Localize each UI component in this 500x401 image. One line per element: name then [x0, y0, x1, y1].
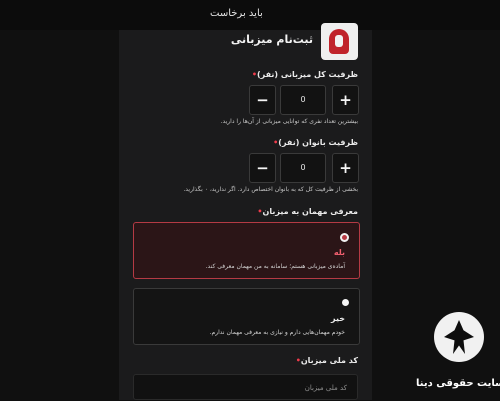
capacity-women-helper: بخشی از ظرفیت کل که به بانوان اختصاص دار…: [183, 186, 358, 193]
capacity-women-stepper: − 0 +: [249, 153, 359, 183]
watermark-text: سایت حقوقی دینا: [416, 378, 500, 389]
capacity-total-stepper: − 0 +: [249, 85, 359, 115]
capacity-total-label: ظرفیت کل میزبانی (نفر)•: [251, 70, 358, 79]
capacity-total-helper: بیشترین تعداد نفری که توانایی میزبانی از…: [220, 118, 358, 125]
guest-intro-option-no[interactable]: خیر خودم مهمان‌هایی دارم و نیازی به معرف…: [133, 288, 360, 345]
guest-intro-label: معرفی مهمان به میزبان•: [257, 207, 358, 216]
top-bar-title: باید برخاست: [210, 8, 263, 19]
fist-logo-icon: [321, 23, 358, 60]
capacity-women-value-input[interactable]: 0: [280, 153, 326, 183]
national-code-input[interactable]: کد ملی میزبان: [133, 374, 358, 400]
option-description: آماده‌ی میزبانی هستم؛ سامانه به من مهمان…: [205, 263, 345, 270]
option-description: خودم مهمان‌هایی دارم و نیازی به معرفی مه…: [209, 329, 345, 336]
capacity-women-increment-button[interactable]: +: [332, 153, 359, 183]
radio-selected-icon[interactable]: [340, 233, 349, 242]
option-title: بله: [333, 248, 345, 257]
watermark: سایت حقوقی دینا: [416, 312, 500, 400]
capacity-women-label: ظرفیت بانوان (نفر)•: [273, 138, 358, 147]
form-header: ثبت‌نام میزبانی: [128, 23, 358, 63]
national-code-label: کد ملی میزبان•: [295, 356, 358, 365]
option-title: خیر: [330, 314, 345, 323]
capacity-total-decrement-button[interactable]: −: [249, 85, 276, 115]
capacity-women-decrement-button[interactable]: −: [249, 153, 276, 183]
radio-unselected-icon[interactable]: [342, 299, 349, 306]
guest-intro-option-yes[interactable]: بله آماده‌ی میزبانی هستم؛ سامانه به من م…: [133, 222, 360, 279]
capacity-total-increment-button[interactable]: +: [332, 85, 359, 115]
watermark-logo-icon: [434, 312, 484, 362]
page-title: ثبت‌نام میزبانی: [230, 33, 313, 46]
registration-panel: ثبت‌نام میزبانی ظرفیت کل میزبانی (نفر)• …: [119, 23, 372, 400]
capacity-total-value-input[interactable]: 0: [280, 85, 326, 115]
